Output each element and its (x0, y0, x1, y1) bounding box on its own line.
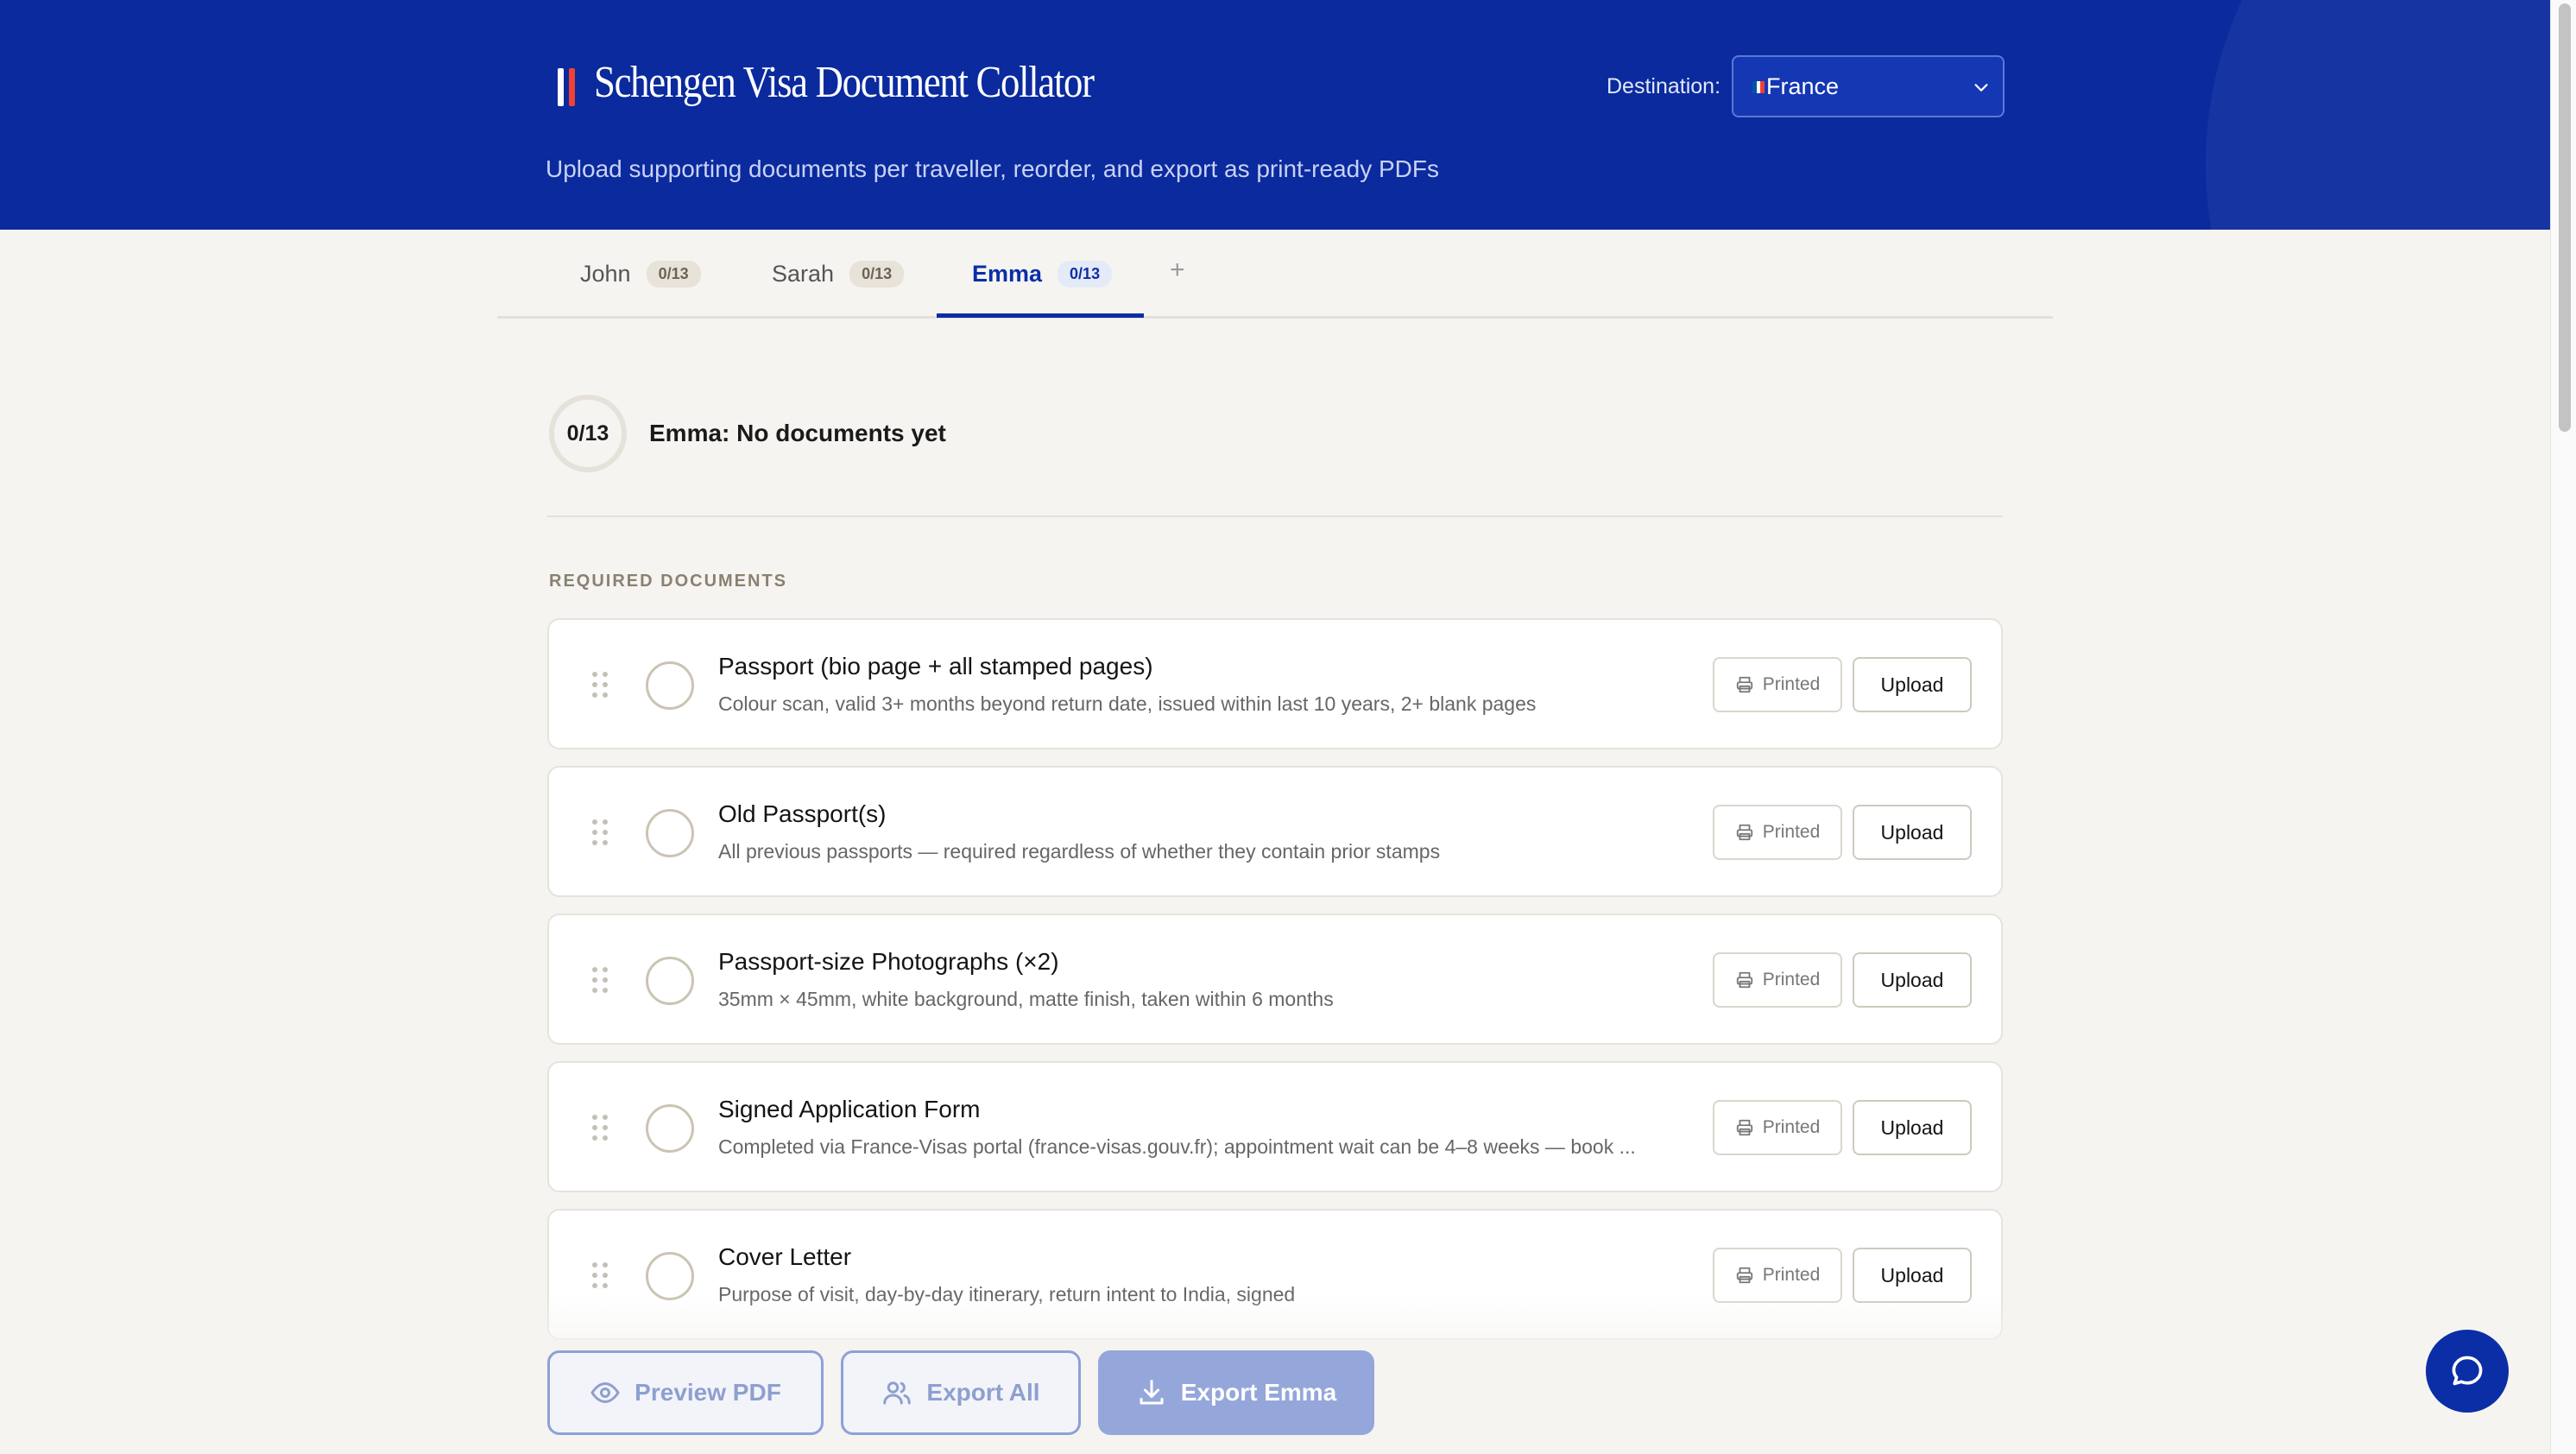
tab-sarah[interactable]: Sarah 0/13 (772, 230, 905, 319)
document-description: Colour scan, valid 3+ months beyond retu… (718, 692, 1537, 715)
completion-checkbox[interactable] (646, 957, 694, 1005)
document-title: Passport (bio page + all stamped pages) (718, 653, 1153, 680)
drag-handle-icon[interactable] (590, 1113, 609, 1142)
drag-handle-icon[interactable] (590, 818, 609, 847)
printed-label: Printed (1762, 1117, 1821, 1137)
tab-count-badge: 0/13 (1058, 261, 1113, 288)
completion-checkbox[interactable] (646, 661, 694, 710)
printer-icon (1736, 1267, 1752, 1284)
add-traveller-button[interactable]: + (1170, 256, 1185, 285)
preview-pdf-button[interactable]: Preview PDF (547, 1350, 824, 1435)
completion-checkbox[interactable] (646, 809, 694, 857)
chevron-down-icon (1974, 84, 1988, 92)
printed-button[interactable]: Printed (1713, 657, 1842, 712)
completion-checkbox[interactable] (646, 1252, 694, 1300)
preview-pdf-label: Preview PDF (635, 1379, 781, 1406)
export-all-label: Export All (926, 1379, 1040, 1406)
active-tab-indicator (937, 313, 1144, 318)
drag-handle-icon[interactable] (590, 1261, 609, 1290)
document-description: All previous passports — required regard… (718, 840, 1441, 863)
progress-ring: 0/13 (549, 395, 627, 472)
document-title: Old Passport(s) (718, 800, 887, 827)
printed-button[interactable]: Printed (1713, 1100, 1842, 1155)
document-card-photographs: Passport-size Photographs (×2) 35mm × 45… (547, 913, 2003, 1045)
document-title: Passport-size Photographs (×2) (718, 948, 1059, 975)
traveller-tabs: John 0/13 Sarah 0/13 Emma 0/13 (497, 230, 2053, 319)
upload-button[interactable]: Upload (1853, 1100, 1972, 1155)
printer-icon (1736, 824, 1752, 841)
app-header: Schengen Visa Document Collator Upload s… (0, 0, 2550, 230)
printed-label: Printed (1762, 970, 1821, 989)
upload-button[interactable]: Upload (1853, 805, 1972, 860)
destination-select[interactable]: France (1732, 55, 2005, 117)
summary-status: Emma: No documents yet (649, 420, 946, 446)
section-heading: REQUIRED DOCUMENTS (549, 572, 788, 591)
export-all-button[interactable]: Export All (841, 1350, 1081, 1435)
printed-label: Printed (1762, 674, 1821, 694)
tab-count-badge: 0/13 (849, 261, 905, 288)
document-card-application-form: Signed Application Form Completed via Fr… (547, 1061, 2003, 1192)
printed-label: Printed (1762, 1265, 1821, 1285)
flag-logo-icon (558, 68, 578, 106)
divider (547, 515, 2003, 517)
tab-emma[interactable]: Emma 0/13 (972, 230, 1113, 319)
tab-count-badge: 0/13 (646, 261, 701, 288)
export-emma-label: Export Emma (1180, 1379, 1337, 1406)
header-decoration (2206, 0, 2550, 230)
printer-icon (1736, 1119, 1752, 1136)
completion-checkbox[interactable] (646, 1104, 694, 1153)
export-emma-button[interactable]: Export Emma (1098, 1350, 1374, 1435)
tab-label: John (580, 261, 631, 287)
document-title: Signed Application Form (718, 1096, 981, 1122)
document-description: 35mm × 45mm, white background, matte fin… (718, 988, 1334, 1010)
france-flag-icon (1752, 81, 1765, 93)
progress-count: 0/13 (566, 420, 609, 446)
chat-button[interactable] (2426, 1330, 2509, 1413)
chat-bubble-icon (2452, 1356, 2483, 1386)
tab-john[interactable]: John 0/13 (580, 230, 701, 319)
app-title: Schengen Visa Document Collator (594, 58, 1095, 107)
app-subtitle: Upload supporting documents per travelle… (546, 155, 1439, 182)
printed-button[interactable]: Printed (1713, 952, 1842, 1008)
page-scrollbar[interactable] (2550, 0, 2576, 1454)
scrollbar-thumb[interactable] (2559, 3, 2571, 432)
drag-handle-icon[interactable] (590, 965, 609, 995)
upload-button[interactable]: Upload (1853, 657, 1972, 712)
drag-handle-icon[interactable] (590, 670, 609, 699)
eye-icon (590, 1381, 620, 1404)
document-title: Cover Letter (718, 1243, 852, 1270)
users-icon (883, 1381, 912, 1405)
download-icon (1140, 1380, 1164, 1405)
printed-button[interactable]: Printed (1713, 805, 1842, 860)
printer-icon (1736, 971, 1752, 989)
destination-label: Destination: (1607, 74, 1721, 98)
printed-label: Printed (1762, 822, 1821, 842)
tab-label: Emma (972, 261, 1043, 287)
document-description: Completed via France-Visas portal (franc… (718, 1135, 1636, 1158)
upload-button[interactable]: Upload (1853, 952, 1972, 1008)
document-card-passport: Passport (bio page + all stamped pages) … (547, 618, 2003, 749)
document-card-old-passports: Old Passport(s) All previous passports —… (547, 766, 2003, 897)
printer-icon (1736, 676, 1752, 693)
tab-label: Sarah (772, 261, 835, 287)
destination-value: France (1766, 73, 1840, 99)
